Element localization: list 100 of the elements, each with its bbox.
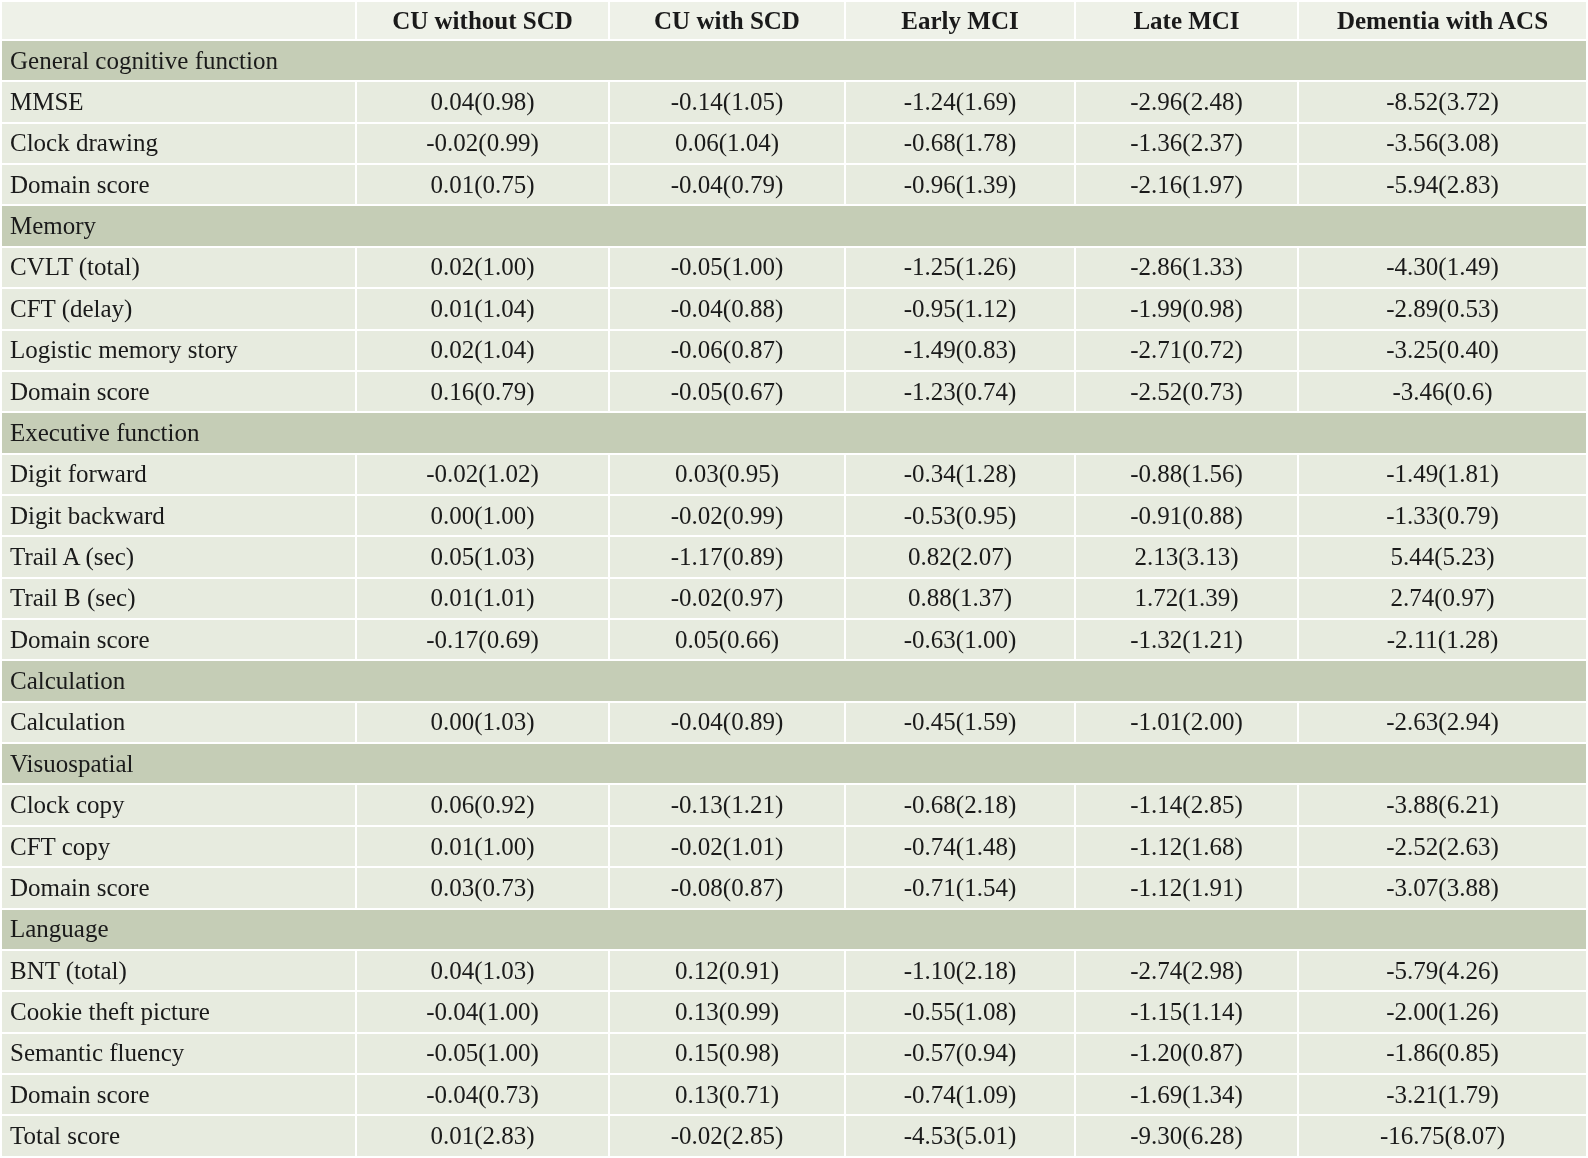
table-cell: -0.91(0.88) [1075, 494, 1298, 537]
table-cell: -0.53(0.95) [845, 494, 1075, 537]
table-cell: -1.36(2.37) [1075, 122, 1298, 165]
table-cell: 0.03(0.73) [356, 867, 609, 909]
table-cell: -0.02(0.99) [356, 122, 609, 165]
table-cell: -1.32(1.21) [1075, 619, 1298, 661]
table-cell: -0.13(1.21) [609, 784, 845, 826]
table-cell: -0.04(0.73) [356, 1074, 609, 1116]
section-header: Executive function [1, 412, 1587, 454]
table-cell: -2.52(0.73) [1075, 370, 1298, 413]
row-label: Domain score [1, 1074, 356, 1116]
row-label: MMSE [1, 81, 356, 123]
row-label: Calculation [1, 701, 356, 744]
table-cell: -2.11(1.28) [1298, 619, 1587, 661]
table-cell: -0.55(1.08) [845, 991, 1075, 1033]
table-cell: 0.01(1.01) [356, 577, 609, 620]
table-cell: -2.00(1.26) [1298, 991, 1587, 1033]
table-cell: 0.04(0.98) [356, 81, 609, 123]
table-cell: -0.04(0.79) [609, 164, 845, 206]
table-cell: -2.52(2.63) [1298, 825, 1587, 868]
table-cell: -1.10(2.18) [845, 949, 1075, 992]
table-cell: -1.15(1.14) [1075, 991, 1298, 1033]
table-cell: -2.71(0.72) [1075, 329, 1298, 371]
table-cell: -0.45(1.59) [845, 701, 1075, 744]
table-cell: -0.74(1.48) [845, 825, 1075, 868]
table-cell: -1.14(2.85) [1075, 784, 1298, 826]
column-header: CU without SCD [356, 1, 609, 40]
table-cell: -3.21(1.79) [1298, 1074, 1587, 1116]
table-cell: -1.99(0.98) [1075, 288, 1298, 330]
table-cell: 0.06(1.04) [609, 122, 845, 165]
table-cell: 0.02(1.04) [356, 329, 609, 371]
column-header: Late MCI [1075, 1, 1298, 40]
table-cell: -3.25(0.40) [1298, 329, 1587, 371]
table-cell: 0.00(1.00) [356, 494, 609, 537]
table-cell: 0.16(0.79) [356, 370, 609, 413]
table-cell: 0.01(1.04) [356, 288, 609, 330]
table-cell: -4.30(1.49) [1298, 246, 1587, 289]
table-cell: 0.12(0.91) [609, 949, 845, 992]
table-cell: 5.44(5.23) [1298, 536, 1587, 578]
table-cell: -9.30(6.28) [1075, 1115, 1298, 1157]
table-cell: -1.33(0.79) [1298, 494, 1587, 537]
table-cell: -0.04(0.88) [609, 288, 845, 330]
table-cell: -0.74(1.09) [845, 1074, 1075, 1116]
table-cell: 0.06(0.92) [356, 784, 609, 826]
table-cell: -0.06(0.87) [609, 329, 845, 371]
table-cell: -1.20(0.87) [1075, 1032, 1298, 1074]
section-header: Memory [1, 205, 1587, 247]
table-cell: -0.95(1.12) [845, 288, 1075, 330]
table-cell: -2.63(2.94) [1298, 701, 1587, 744]
table-cell: -3.56(3.08) [1298, 122, 1587, 165]
table-cell: -2.89(0.53) [1298, 288, 1587, 330]
table-cell: -2.16(1.97) [1075, 164, 1298, 206]
table-cell: -0.96(1.39) [845, 164, 1075, 206]
table-cell: -5.94(2.83) [1298, 164, 1587, 206]
table-cell: 0.05(1.03) [356, 536, 609, 578]
table-cell: -1.86(0.85) [1298, 1032, 1587, 1074]
row-label: Total score [1, 1115, 356, 1157]
table-cell: -0.02(2.85) [609, 1115, 845, 1157]
table-cell: -1.69(1.34) [1075, 1074, 1298, 1116]
table-cell: -0.04(1.00) [356, 991, 609, 1033]
table-cell: -3.88(6.21) [1298, 784, 1587, 826]
table-cell: 0.05(0.66) [609, 619, 845, 661]
table-cell: 0.04(1.03) [356, 949, 609, 992]
table-cell: -0.05(1.00) [609, 246, 845, 289]
table-cell: -1.12(1.91) [1075, 867, 1298, 909]
table-cell: -3.46(0.6) [1298, 370, 1587, 413]
row-label: CFT copy [1, 825, 356, 868]
row-label: Domain score [1, 164, 356, 206]
table-cell: -1.01(2.00) [1075, 701, 1298, 744]
table-cell: -1.49(0.83) [845, 329, 1075, 371]
table-cell: -1.17(0.89) [609, 536, 845, 578]
table-cell: -1.49(1.81) [1298, 453, 1587, 495]
row-label: Trail B (sec) [1, 577, 356, 620]
table-cell: -0.63(1.00) [845, 619, 1075, 661]
table-cell: 0.00(1.03) [356, 701, 609, 744]
table-cell: -0.68(2.18) [845, 784, 1075, 826]
table-cell: -0.04(0.89) [609, 701, 845, 744]
table-cell: -5.79(4.26) [1298, 949, 1587, 992]
table-cell: -8.52(3.72) [1298, 81, 1587, 123]
table-cell: -2.86(1.33) [1075, 246, 1298, 289]
table-cell: -1.12(1.68) [1075, 825, 1298, 868]
table-cell: 0.82(2.07) [845, 536, 1075, 578]
row-label: Logistic memory story [1, 329, 356, 371]
row-label: Semantic fluency [1, 1032, 356, 1074]
table-cell: 0.01(0.75) [356, 164, 609, 206]
table-cell: 0.01(2.83) [356, 1115, 609, 1157]
row-label: Domain score [1, 619, 356, 661]
table-cell: 0.88(1.37) [845, 577, 1075, 620]
row-label: Digit forward [1, 453, 356, 495]
row-label: Digit backward [1, 494, 356, 537]
column-header: Dementia with ACS [1298, 1, 1587, 40]
table-cell: -0.71(1.54) [845, 867, 1075, 909]
table-cell: -2.96(2.48) [1075, 81, 1298, 123]
column-header: Early MCI [845, 1, 1075, 40]
table-cell: -0.14(1.05) [609, 81, 845, 123]
table-cell: -0.05(0.67) [609, 370, 845, 413]
table-cell: 2.13(3.13) [1075, 536, 1298, 578]
table-cell: -0.02(0.99) [609, 494, 845, 537]
table-cell: -0.02(0.97) [609, 577, 845, 620]
row-label: Clock copy [1, 784, 356, 826]
